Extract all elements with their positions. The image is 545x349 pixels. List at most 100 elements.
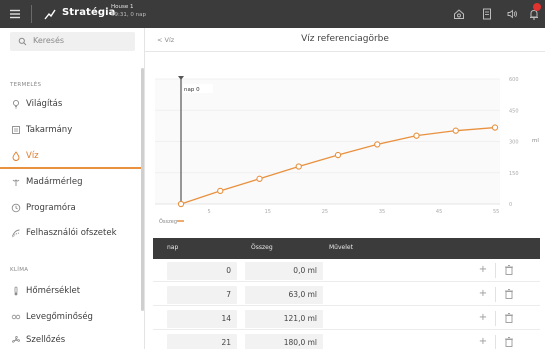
sidebar-item-label: Víz (26, 151, 39, 161)
add-row-button[interactable]: + (477, 312, 489, 324)
x-tick-label: 55 (493, 209, 499, 215)
sidebar-item-vilagitas[interactable]: Világítás (0, 94, 141, 114)
trash-icon[interactable] (503, 288, 515, 300)
nap-cell[interactable]: 14 (167, 310, 237, 328)
active-item-underline (0, 167, 141, 169)
sidebar-item-homerseklet[interactable]: Hőmérséklet (0, 281, 141, 301)
document-icon[interactable] (480, 7, 494, 21)
sidebar-item-label: Hőmérséklet (26, 286, 81, 296)
osszeg-value: 180,0 ml (283, 338, 317, 347)
nap-cell[interactable]: 7 (167, 286, 237, 304)
x-tick-label: 15 (265, 209, 271, 215)
x-tick-labels: 5 15 25 35 45 55 (208, 209, 500, 215)
add-row-button[interactable]: + (477, 336, 489, 348)
breadcrumb: < Víz Víz referenciagörbe (145, 28, 545, 52)
data-point[interactable] (334, 151, 342, 159)
sidebar-item-takarmany[interactable]: Takarmány (0, 120, 141, 140)
clock-icon (11, 203, 21, 213)
top-bar: Stratégia House 1 09:31, 0 nap (0, 0, 545, 28)
sidebar-item-label: Szellőzés (26, 335, 66, 345)
legend-label: Összeg (159, 218, 177, 225)
strategy-trend-icon (43, 7, 57, 21)
sidebar-item-label: Világítás (26, 99, 63, 109)
sidebar-item-levegominoseg[interactable]: Levegőminőség (0, 307, 141, 327)
data-point[interactable] (256, 175, 263, 182)
search-icon (18, 37, 27, 46)
hamburger-menu-icon[interactable] (8, 7, 22, 21)
y-axis-label: ml (532, 138, 539, 144)
table-header: nap Összeg Művelet (153, 238, 540, 259)
table-row: 21 180,0 ml + (153, 331, 540, 349)
sound-icon[interactable] (505, 7, 519, 21)
y-tick-label: 0 (509, 202, 512, 208)
y-tick-label: 600 (509, 77, 519, 83)
reference-curve-chart[interactable]: 5 15 25 35 45 55 0 150 300 450 600 ml nap 0 Össze… (153, 73, 540, 237)
nap-value: 21 (221, 338, 231, 347)
sidebar-item-madarmerleg[interactable]: Madármérleg (0, 172, 141, 192)
sidebar-item-viz[interactable]: Víz (0, 146, 141, 166)
data-point[interactable] (452, 127, 459, 134)
notification-badge[interactable] (533, 3, 541, 11)
sidebar-item-szellozes[interactable]: Szellőzés (0, 330, 141, 349)
fan-icon (11, 335, 21, 345)
action-divider (495, 287, 496, 302)
table-row: 14 121,0 ml + (153, 307, 540, 330)
thermometer-icon (11, 286, 21, 296)
cursor-label: nap 0 (184, 87, 200, 93)
osszeg-cell[interactable]: 0,0 ml (245, 262, 323, 280)
y-tick-label: 450 (509, 108, 519, 114)
table-row: 0 0,0 ml + (153, 259, 540, 282)
osszeg-value: 63,0 ml (288, 290, 317, 299)
section-title-klima: KLÍMA (10, 267, 29, 273)
sidebar-item-label: Levegőminőség (26, 312, 93, 322)
search-placeholder: Keresés (33, 36, 65, 45)
x-tick-label: 5 (208, 209, 211, 215)
data-point[interactable] (413, 132, 420, 139)
nap-value: 0 (226, 266, 231, 275)
sidebar-item-label: Takarmány (26, 125, 73, 135)
trash-icon[interactable] (503, 336, 515, 348)
sidebar: Keresés TERMELÉS Világítás Takarmány Víz… (0, 28, 145, 349)
osszeg-value: 0,0 ml (293, 266, 317, 275)
x-tick-label: 25 (322, 209, 328, 215)
trash-icon[interactable] (503, 264, 515, 276)
data-point[interactable] (295, 163, 302, 170)
sidebar-item-felhasznaloi-ofszetek[interactable]: Felhasználói ofszetek (0, 223, 141, 243)
column-header-muvelet: Művelet (329, 244, 353, 251)
column-header-nap: nap (167, 244, 179, 251)
data-point[interactable] (374, 141, 381, 148)
y-tick-label: 300 (509, 140, 519, 146)
osszeg-cell[interactable]: 63,0 ml (245, 286, 323, 304)
trash-icon[interactable] (503, 312, 515, 324)
action-divider (495, 311, 496, 326)
table-row: 7 63,0 ml + (153, 283, 540, 306)
page-title: Víz referenciagörbe (301, 34, 389, 44)
column-header-osszeg: Összeg (251, 244, 273, 251)
sidebar-item-label: Madármérleg (26, 177, 83, 187)
offset-icon (11, 228, 21, 238)
data-table: nap Összeg Művelet 0 0,0 ml + 7 63,0 ml … (153, 238, 540, 349)
nap-cell[interactable]: 0 (167, 262, 237, 280)
osszeg-cell[interactable]: 180,0 ml (245, 334, 323, 349)
data-point[interactable] (491, 124, 499, 131)
data-point[interactable] (177, 200, 185, 208)
osszeg-cell[interactable]: 121,0 ml (245, 310, 323, 328)
nap-cell[interactable]: 21 (167, 334, 237, 349)
data-point[interactable] (217, 187, 224, 195)
sidebar-item-label: Programóra (26, 203, 76, 213)
co2-icon (11, 312, 21, 322)
osszeg-value: 121,0 ml (283, 314, 317, 323)
sidebar-item-label: Felhasználói ofszetek (26, 228, 117, 238)
sidebar-scrollbar[interactable] (141, 68, 144, 311)
water-drop-icon (11, 151, 21, 161)
add-row-button[interactable]: + (477, 288, 489, 300)
home-icon[interactable] (452, 7, 466, 21)
section-title-termeles: TERMELÉS (10, 82, 42, 88)
nap-value: 14 (221, 314, 231, 323)
search-row: Keresés (0, 28, 144, 54)
sidebar-item-programora[interactable]: Programóra (0, 198, 141, 218)
y-tick-label: 150 (509, 171, 519, 177)
add-row-button[interactable]: + (477, 264, 489, 276)
search-input[interactable] (10, 32, 135, 51)
main-content: < Víz Víz referenciagörbe 5 15 25 35 45 55 0 1… (145, 28, 545, 349)
